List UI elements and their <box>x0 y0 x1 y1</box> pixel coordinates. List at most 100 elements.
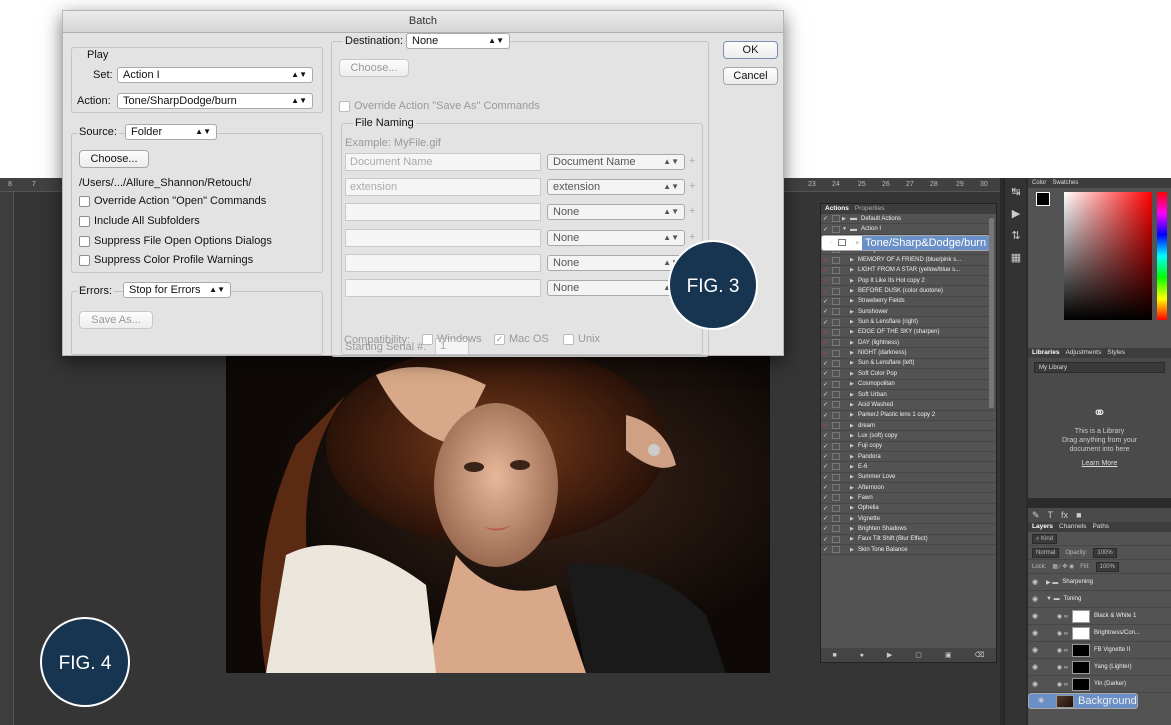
dialog-toggle-box[interactable] <box>832 349 840 357</box>
dialog-toggle-box[interactable] <box>832 359 840 367</box>
disclosure-closed-icon[interactable]: ▶ <box>842 485 856 491</box>
brush-icon[interactable]: ✎ <box>1032 510 1040 521</box>
disclosure-closed-icon[interactable]: ▶ <box>842 547 856 553</box>
disclosure-closed-icon[interactable]: ▶ <box>842 433 856 439</box>
compat-windows-checkbox[interactable]: Windows <box>422 333 482 345</box>
visibility-eye-icon[interactable]: ◉ <box>1028 680 1042 688</box>
visibility-eye-icon[interactable]: ◉ <box>1028 578 1042 586</box>
hue-slider[interactable] <box>1157 192 1167 320</box>
dialog-toggle-box[interactable] <box>832 504 840 512</box>
disclosure-closed-icon[interactable]: ▶ <box>842 505 856 511</box>
dialog-toggle-box[interactable] <box>832 391 840 399</box>
disclosure-closed-icon[interactable]: ▶ <box>842 412 856 418</box>
toggle-check-icon[interactable]: ✓ <box>821 463 830 470</box>
action-row[interactable]: ✓ ▶ LIGHT FROM A STAR (yellow/blue s... <box>821 266 996 277</box>
toggle-check-icon[interactable]: ✓ <box>821 257 830 264</box>
properties-icon[interactable]: ▦ <box>1008 250 1024 266</box>
toggle-check-icon[interactable]: ✓ <box>821 308 830 315</box>
checkbox-box[interactable] <box>79 215 90 227</box>
dialog-toggle-box[interactable] <box>832 370 840 378</box>
dialog-toggle-box[interactable] <box>832 473 840 481</box>
layer-row[interactable]: ◉ ◉ ∞ Yang (Lighter) <box>1028 659 1171 676</box>
play-selection-icon[interactable]: ▶ <box>887 651 892 659</box>
toggle-check-icon[interactable]: ✓ <box>821 412 830 419</box>
toggle-check-icon[interactable]: ✓ <box>821 319 830 326</box>
action-row[interactable]: ✓ ▶ Strawberry Fields <box>821 297 996 308</box>
tab-layers[interactable]: Layers <box>1032 522 1053 532</box>
disclosure-closed-icon[interactable]: ▶ <box>842 298 856 304</box>
action-row[interactable]: ✓ ▶ Tone/Sharp&Dodge/burn <box>821 234 991 251</box>
disclosure-closed-icon[interactable]: ▶ <box>842 536 856 542</box>
disclosure-closed-icon[interactable]: ▶ <box>842 350 856 356</box>
checkbox-box[interactable]: ✓ <box>494 333 505 345</box>
toggle-check-icon[interactable]: ✓ <box>821 505 830 512</box>
ok-button[interactable]: OK <box>723 41 778 59</box>
action-row[interactable]: ✓ ▶ Afternoon <box>821 483 996 494</box>
toggle-check-icon[interactable]: ✓ <box>821 381 830 388</box>
toggle-check-icon[interactable]: ✓ <box>821 329 830 336</box>
adjust-icon[interactable]: ⇅ <box>1008 228 1024 244</box>
dialog-toggle-box[interactable] <box>832 277 840 285</box>
naming-select[interactable]: None ▲▼ <box>547 204 685 220</box>
source-select[interactable]: Folder ▲▼ <box>125 124 217 140</box>
override-save-as-checkbox[interactable]: Override Action "Save As" Commands <box>339 100 540 112</box>
toggle-check-icon[interactable]: ✓ <box>821 339 830 346</box>
action-select[interactable]: Tone/SharpDodge/burn ▲▼ <box>117 93 313 109</box>
dialog-toggle-box[interactable] <box>832 453 840 461</box>
action-row[interactable]: ✓ ▶ Sunshower <box>821 307 996 318</box>
disclosure-closed-icon[interactable]: ▶ <box>842 474 856 480</box>
action-set-row[interactable]: ✓ ▼ ▬ Action I <box>821 224 996 235</box>
layer-group-folder-icon[interactable]: ▶ ▬ <box>1042 579 1062 586</box>
layer-row[interactable]: ◉ ▶ ▬ Sharpening <box>1028 574 1171 591</box>
action-row[interactable]: ✓ ▶ Sun & Lensflare (right) <box>821 317 996 328</box>
disclosure-closed-icon[interactable]: ▶ <box>842 360 856 366</box>
toggle-check-icon[interactable]: ✓ <box>821 391 830 398</box>
compat-mac-os-checkbox[interactable]: ✓ Mac OS <box>494 333 549 345</box>
blend-mode-select[interactable]: Normal <box>1032 547 1060 558</box>
opacity-field[interactable]: 100% <box>1093 547 1117 558</box>
disclosure-closed-icon[interactable]: ▶ <box>842 309 856 315</box>
toggle-check-icon[interactable]: ✓ <box>821 277 830 284</box>
lock-icon[interactable]: ▦ ∕ ✥ ◉ <box>1052 563 1074 570</box>
disclosure-closed-icon[interactable]: ▶ <box>842 402 856 408</box>
dialog-toggle-box[interactable] <box>832 494 840 502</box>
visibility-eye-icon[interactable]: ◉ <box>1028 646 1042 654</box>
record-icon[interactable]: ● <box>860 652 864 659</box>
action-row[interactable]: ✓ ▶ Faux Tilt Shift (Blur Effect) <box>821 535 996 545</box>
toggle-check-icon[interactable]: ✓ <box>821 226 830 233</box>
tab-channels[interactable]: Channels <box>1059 522 1086 532</box>
disclosure-closed-icon[interactable]: ▶ <box>848 236 862 250</box>
naming-select[interactable]: Document Name ▲▼ <box>547 154 685 170</box>
layer-group-folder-icon[interactable]: ▼ ▬ <box>1042 596 1064 602</box>
action-set-row[interactable]: ✓ ▶ ▬ Default Actions <box>821 214 996 225</box>
dialog-toggle-box[interactable] <box>832 422 840 430</box>
disclosure-closed-icon[interactable]: ▶ <box>842 464 856 470</box>
toggle-check-icon[interactable]: ✓ <box>827 236 836 250</box>
disclosure-closed-icon[interactable]: ▶ <box>842 340 856 346</box>
action-row[interactable]: ✓ ▶ Soft Urban <box>821 390 996 401</box>
color-field[interactable] <box>1064 192 1152 320</box>
toggle-check-icon[interactable]: ✓ <box>821 515 830 522</box>
disclosure-closed-icon[interactable]: ▶ <box>842 288 856 294</box>
tab-swatches[interactable]: Swatches <box>1052 178 1078 188</box>
disclosure-closed-icon[interactable]: ▶ <box>842 392 856 398</box>
dialog-toggle-box[interactable] <box>832 339 840 347</box>
include-subfolders-checkbox[interactable]: Include All Subfolders <box>79 215 200 227</box>
destination-select[interactable]: None ▲▼ <box>406 33 510 49</box>
layer-row[interactable]: ◉ ◉ ∞ Yin (Darker) <box>1028 676 1171 693</box>
action-row[interactable]: ✓ ▶ MEMORY OF A FRIEND (blue/pink s... <box>821 255 996 266</box>
toggle-check-icon[interactable]: ✓ <box>821 525 830 532</box>
disclosure-closed-icon[interactable]: ▶ <box>842 516 856 522</box>
add-field-icon[interactable]: + <box>689 180 695 192</box>
tab-properties[interactable]: Properties <box>855 204 885 214</box>
dialog-toggle-box[interactable] <box>832 546 840 554</box>
disclosure-closed-icon[interactable]: ▶ <box>842 423 856 429</box>
action-row[interactable]: ✓ ▶ E-6 <box>821 462 996 473</box>
layer-row[interactable]: ◉ Background <box>1028 693 1138 709</box>
naming-text-field[interactable]: extension <box>345 178 541 196</box>
mask-icon[interactable]: ■ <box>1076 510 1081 520</box>
dialog-toggle-box[interactable] <box>832 411 840 419</box>
tab-libraries[interactable]: Libraries <box>1032 348 1059 358</box>
action-row[interactable]: ✓ ▶ EDGE OF THE SKY (sharpen) <box>821 328 996 339</box>
action-row[interactable]: ✓ ▶ Cosmopolitan <box>821 380 996 390</box>
